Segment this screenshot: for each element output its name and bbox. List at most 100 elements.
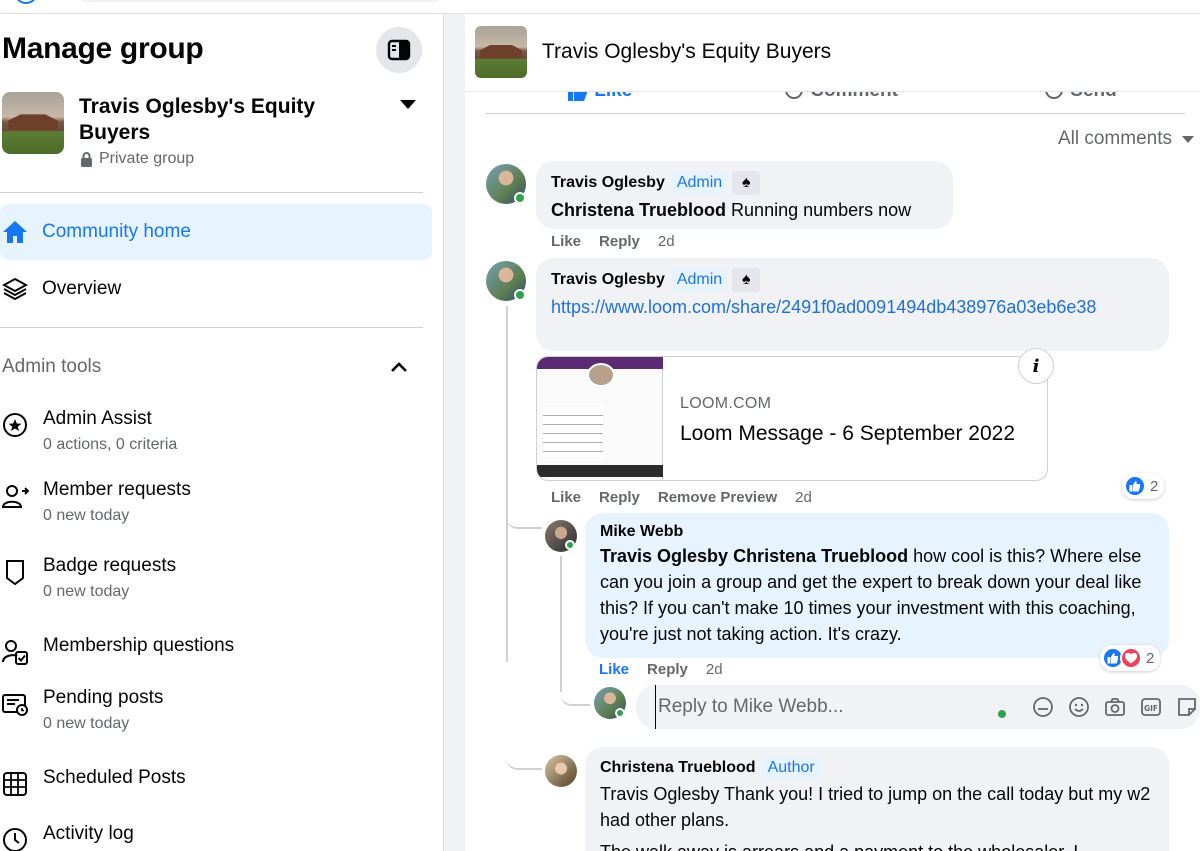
group-name: Travis Oglesby's Equity Buyers bbox=[79, 95, 316, 144]
comment-actions: Like Reply 2d bbox=[551, 233, 675, 250]
comment-action[interactable]: Comment bbox=[783, 92, 898, 102]
comment-author[interactable]: Travis Oglesby bbox=[551, 271, 665, 288]
divider bbox=[0, 192, 423, 193]
pending-posts-icon bbox=[0, 689, 30, 719]
link-preview-title: Loom Message - 6 September 2022 bbox=[680, 422, 1016, 445]
reply-composer: GIF bbox=[636, 685, 1200, 729]
post-header: Travis Oglesby's Equity Buyers bbox=[465, 14, 1200, 92]
reaction-count[interactable]: 2 bbox=[1122, 473, 1165, 499]
search-input[interactable] bbox=[80, 0, 440, 2]
comment-time[interactable]: 2d bbox=[706, 661, 723, 678]
comment-text: Travis Oglesby Thank you! I tried to jum… bbox=[600, 784, 1151, 830]
comment-time[interactable]: 2d bbox=[658, 233, 675, 250]
admin-badge[interactable]: Admin bbox=[670, 172, 729, 195]
comment-icon bbox=[785, 92, 803, 99]
comment-sort-dropdown[interactable]: All comments bbox=[1058, 128, 1194, 150]
spade-badge-icon[interactable]: ♠ bbox=[732, 171, 761, 195]
caret-down-icon[interactable] bbox=[400, 100, 416, 109]
like-reaction-icon bbox=[1124, 475, 1146, 497]
camera-icon[interactable] bbox=[1103, 695, 1127, 719]
reply-link[interactable]: Reply bbox=[599, 489, 640, 506]
nav-label: Overview bbox=[42, 278, 122, 299]
messenger-icon bbox=[1045, 92, 1063, 99]
home-icon bbox=[0, 217, 30, 247]
tool-title: Admin Assist bbox=[43, 408, 152, 429]
nav-community-home[interactable]: Community home bbox=[0, 204, 432, 260]
comment-text: The walk away is arrears and a payment t… bbox=[600, 839, 1154, 851]
nav-overview[interactable]: Overview bbox=[0, 261, 432, 317]
divider bbox=[0, 327, 423, 328]
tool-subtitle: 0 actions, 0 criteria bbox=[43, 436, 178, 453]
avatar[interactable] bbox=[545, 755, 577, 787]
spade-badge-icon[interactable]: ♠ bbox=[732, 268, 761, 292]
tool-title: Scheduled Posts bbox=[43, 767, 186, 788]
tool-subtitle: 0 new today bbox=[43, 507, 130, 524]
love-reaction-icon bbox=[1120, 647, 1142, 669]
comment-author[interactable]: Christena Trueblood bbox=[600, 759, 756, 776]
online-indicator bbox=[514, 192, 526, 204]
emoji-icon[interactable] bbox=[1067, 695, 1091, 719]
sticker-icon[interactable] bbox=[1175, 695, 1199, 719]
manage-group-sidebar: Manage group Travis Oglesby's Equity Buy… bbox=[0, 14, 444, 851]
nav-label: Community home bbox=[42, 221, 191, 242]
send-action-label: Send bbox=[1070, 92, 1116, 101]
group-cover-image[interactable] bbox=[475, 26, 527, 78]
send-action[interactable]: Send bbox=[1043, 92, 1117, 102]
comment-link[interactable]: https://www.loom.com/share/2491f0ad00914… bbox=[551, 294, 1154, 320]
comment-author[interactable]: Travis Oglesby bbox=[551, 174, 665, 191]
mention-link[interactable]: Travis Oglesby Christena Trueblood bbox=[600, 546, 908, 566]
link-preview-domain: LOOM.COM bbox=[680, 395, 772, 412]
chevron-up-icon[interactable] bbox=[390, 360, 408, 378]
like-link[interactable]: Like bbox=[551, 489, 581, 506]
sidebar-title: Manage group bbox=[2, 32, 204, 65]
comment-bubble: Travis Oglesby Admin ♠ Christena Trueblood… bbox=[536, 161, 953, 229]
like-link[interactable]: Like bbox=[551, 233, 581, 250]
post-actions-bar: Like Comment Send bbox=[485, 92, 1200, 112]
online-indicator bbox=[615, 708, 625, 718]
thread-line bbox=[560, 556, 562, 692]
post-header-title[interactable]: Travis Oglesby's Equity Buyers bbox=[542, 40, 831, 64]
comment-author[interactable]: Mike Webb bbox=[600, 523, 683, 540]
reply-input[interactable] bbox=[655, 685, 975, 729]
avatar-sticker-icon[interactable] bbox=[1031, 695, 1055, 719]
admin-assist-icon bbox=[0, 410, 30, 440]
info-icon[interactable]: i bbox=[1018, 348, 1054, 384]
composer-tools: GIF bbox=[1031, 695, 1199, 719]
membership-questions-icon bbox=[0, 637, 30, 667]
layers-icon bbox=[0, 274, 30, 304]
divider bbox=[485, 113, 1185, 114]
svg-text:GIF: GIF bbox=[1144, 704, 1158, 713]
mention-link[interactable]: Christena Trueblood bbox=[551, 200, 726, 220]
reply-link[interactable]: Reply bbox=[599, 233, 640, 250]
sidebar-toggle-icon bbox=[387, 39, 411, 61]
calendar-icon bbox=[0, 769, 30, 799]
tool-title: Badge requests bbox=[43, 555, 177, 576]
admin-badge[interactable]: Admin bbox=[670, 269, 729, 292]
like-link[interactable]: Like bbox=[599, 661, 629, 678]
like-icon bbox=[568, 92, 587, 101]
group-selector[interactable]: Travis Oglesby's Equity Buyers Private g… bbox=[0, 92, 430, 182]
typing-status-dot bbox=[998, 710, 1006, 718]
comment-time[interactable]: 2d bbox=[795, 489, 812, 506]
reaction-count[interactable]: 2 bbox=[1100, 645, 1161, 671]
tool-subtitle: 0 new today bbox=[43, 715, 130, 732]
like-action[interactable]: Like bbox=[567, 92, 632, 102]
comment-sort-label: All comments bbox=[1057, 128, 1172, 149]
tool-subtitle: 0 new today bbox=[43, 583, 130, 600]
comment-text: Running numbers now bbox=[731, 200, 912, 220]
group-privacy: Private group bbox=[80, 150, 194, 168]
tool-title: Pending posts bbox=[43, 687, 164, 708]
reply-link[interactable]: Reply bbox=[647, 661, 688, 678]
link-preview-image bbox=[537, 357, 663, 480]
collapse-sidebar-button[interactable] bbox=[376, 27, 422, 73]
reaction-number: 2 bbox=[1146, 649, 1155, 667]
thread-connector bbox=[506, 499, 542, 529]
author-badge[interactable]: Author bbox=[761, 757, 821, 779]
remove-preview-link[interactable]: Remove Preview bbox=[658, 489, 777, 506]
facebook-logo-icon[interactable] bbox=[14, 0, 38, 4]
member-requests-icon bbox=[0, 481, 30, 511]
link-preview-card[interactable]: LOOM.COM Loom Message - 6 September 2022 bbox=[536, 356, 1048, 481]
gif-icon[interactable]: GIF bbox=[1139, 695, 1163, 719]
tool-title: Member requests bbox=[43, 479, 191, 500]
thread-line bbox=[506, 306, 508, 662]
